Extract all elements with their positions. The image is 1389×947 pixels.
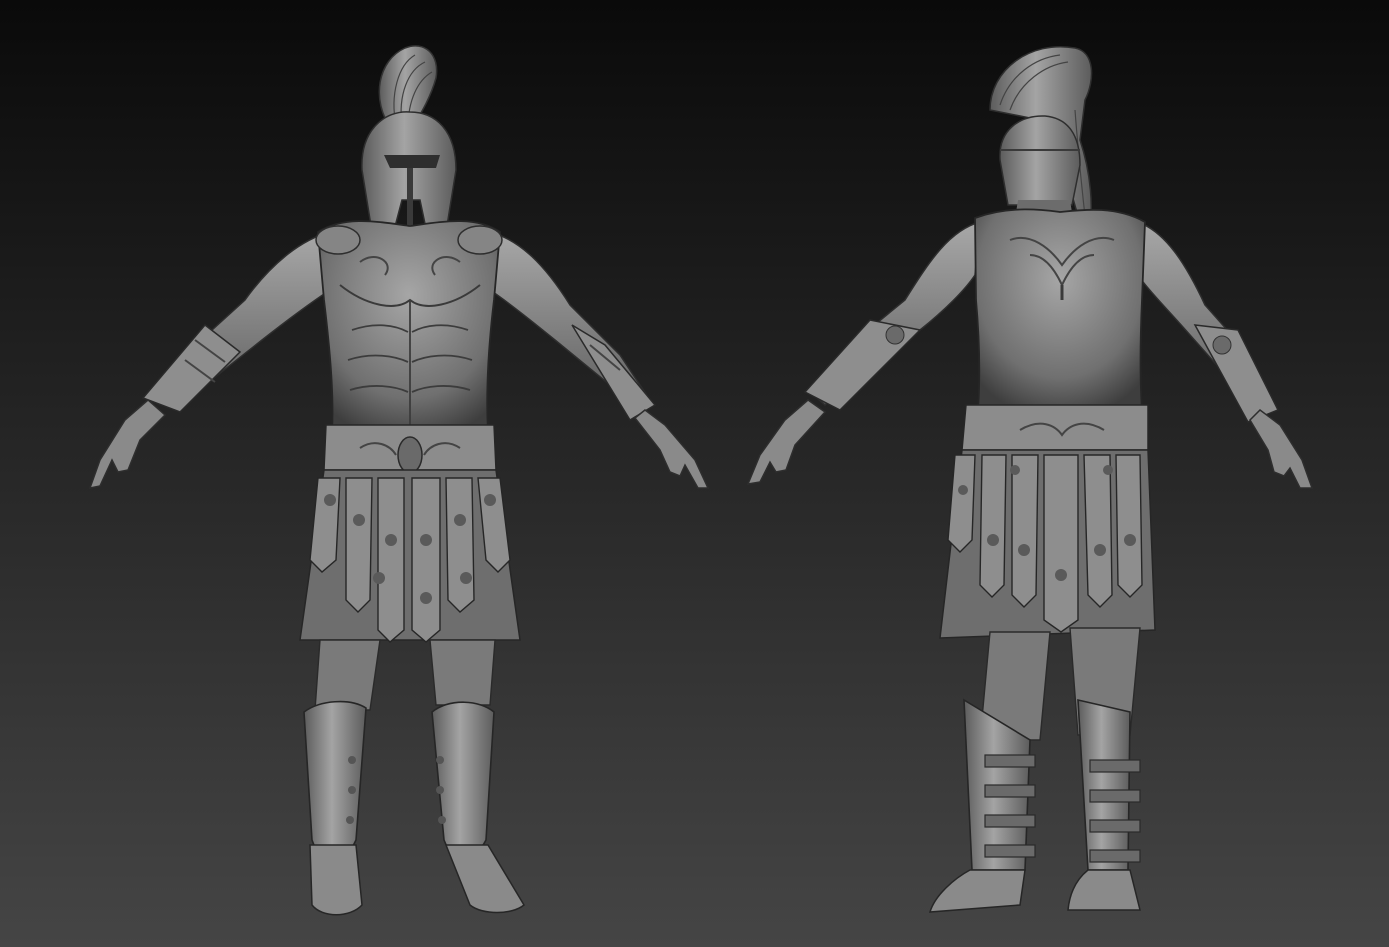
back-right-greave: [1077, 698, 1131, 871]
back-helmet: [999, 115, 1081, 206]
front-left-leg: [314, 639, 381, 711]
front-left-sandal: [309, 844, 363, 916]
back-cuirass: [974, 208, 1146, 411]
render-canvas: [0, 0, 1389, 947]
front-left-greave: [303, 700, 367, 860]
sculpt-viewport: [0, 0, 1389, 947]
front-right-leg: [429, 639, 496, 706]
